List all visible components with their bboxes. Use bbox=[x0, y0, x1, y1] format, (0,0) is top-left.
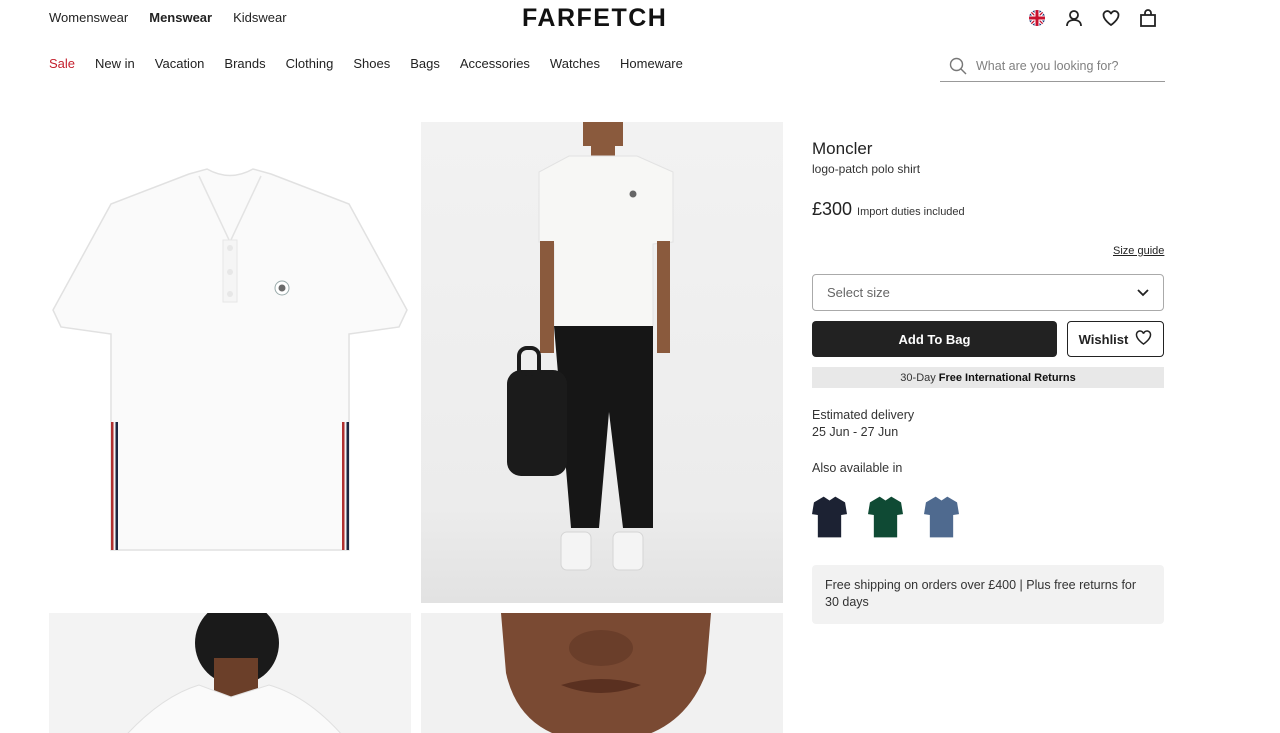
search-bar bbox=[940, 51, 1165, 82]
swatch-shape-0 bbox=[812, 496, 847, 538]
nav-item-vacation[interactable]: Vacation bbox=[155, 56, 205, 71]
variant-blue[interactable] bbox=[924, 493, 959, 541]
account-icon[interactable] bbox=[1064, 8, 1084, 28]
header-icons bbox=[1027, 8, 1158, 28]
returns-bold-text: Free International Returns bbox=[938, 371, 1076, 384]
nav-item-sale[interactable]: Sale bbox=[49, 56, 75, 71]
product-image-front[interactable] bbox=[49, 122, 411, 603]
gender-nav: Womenswear Menswear Kidswear bbox=[49, 10, 287, 25]
uk-flag-icon[interactable] bbox=[1027, 8, 1047, 28]
farfetch-logo[interactable]: FARFETCH bbox=[522, 4, 667, 33]
gender-tab-womenswear[interactable]: Womenswear bbox=[49, 10, 128, 25]
heart-icon bbox=[1135, 330, 1152, 348]
category-nav: Sale New in Vacation Brands Clothing Sho… bbox=[49, 56, 683, 71]
size-select-placeholder: Select size bbox=[827, 285, 890, 300]
nav-item-accessories[interactable]: Accessories bbox=[460, 56, 530, 71]
swatch-shape-1 bbox=[868, 496, 903, 538]
nav-item-bags[interactable]: Bags bbox=[410, 56, 440, 71]
estimated-delivery-dates: 25 Jun - 27 Jun bbox=[812, 425, 899, 439]
nav-item-clothing[interactable]: Clothing bbox=[286, 56, 334, 71]
free-returns-banner: 30-Day Free International Returns bbox=[812, 367, 1164, 388]
shipping-info-box: Free shipping on orders over £400 | Plus… bbox=[812, 565, 1164, 624]
nav-item-homeware[interactable]: Homeware bbox=[620, 56, 683, 71]
size-select[interactable]: Select size bbox=[812, 274, 1164, 311]
search-icon[interactable] bbox=[949, 57, 969, 75]
search-input[interactable] bbox=[976, 59, 1156, 73]
wishlist-heart-icon[interactable] bbox=[1101, 8, 1121, 28]
returns-prefix: 30-Day bbox=[900, 371, 936, 384]
product-image-back[interactable] bbox=[49, 613, 411, 733]
gender-tab-kidswear[interactable]: Kidswear bbox=[233, 10, 286, 25]
shopping-bag-icon[interactable] bbox=[1138, 8, 1158, 28]
product-price: £300 bbox=[812, 199, 853, 219]
price-row: £300 Import duties included bbox=[812, 199, 965, 220]
wishlist-label: Wishlist bbox=[1078, 331, 1129, 347]
add-to-bag-button[interactable]: Add To Bag bbox=[812, 321, 1057, 357]
variant-navy[interactable] bbox=[812, 493, 847, 541]
also-available-label: Also available in bbox=[812, 461, 903, 475]
product-image-closeup[interactable] bbox=[421, 613, 783, 733]
nav-item-new-in[interactable]: New in bbox=[95, 56, 135, 71]
chevron-down-icon bbox=[1137, 285, 1149, 300]
product-image-model[interactable] bbox=[421, 122, 783, 603]
color-variant-swatches bbox=[812, 493, 959, 541]
size-guide-link[interactable]: Size guide bbox=[1113, 245, 1164, 257]
nav-item-watches[interactable]: Watches bbox=[550, 56, 600, 71]
product-brand[interactable]: Moncler bbox=[812, 139, 872, 159]
product-name: logo-patch polo shirt bbox=[812, 162, 921, 176]
nav-item-shoes[interactable]: Shoes bbox=[353, 56, 390, 71]
variant-green[interactable] bbox=[868, 493, 903, 541]
estimated-delivery-label: Estimated delivery bbox=[812, 408, 915, 422]
import-duties-note: Import duties included bbox=[857, 206, 965, 218]
gender-tab-menswear[interactable]: Menswear bbox=[149, 10, 212, 25]
nav-item-brands[interactable]: Brands bbox=[224, 56, 265, 71]
wishlist-button[interactable]: Wishlist bbox=[1067, 321, 1164, 357]
swatch-shape-2 bbox=[924, 496, 959, 538]
